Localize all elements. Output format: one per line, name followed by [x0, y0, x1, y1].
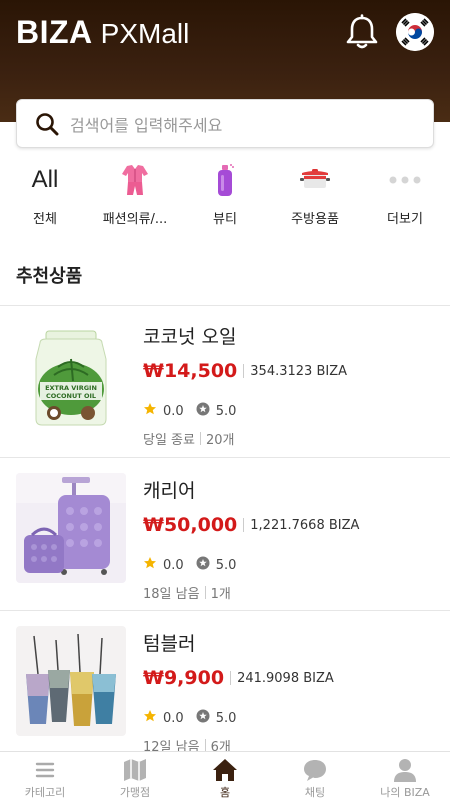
star-icon	[143, 402, 157, 420]
product-name: 캐리어	[143, 480, 196, 502]
star-icon	[143, 556, 157, 574]
product-price: ₩9,900	[143, 667, 225, 689]
category-label: 더보기	[387, 212, 423, 227]
korea-flag-icon[interactable]	[396, 13, 434, 51]
rating-row: 0.0 5.0	[143, 556, 236, 574]
tab-chat[interactable]: 채팅	[270, 752, 360, 800]
product-item-coconut-oil[interactable]: EXTRA VIRGIN COCONUT OIL 코코넛 오일 ₩14,500 …	[0, 306, 450, 456]
brand-subname: PXMall	[100, 18, 190, 49]
category-all[interactable]: All 전체	[0, 160, 90, 240]
cooking-pot-icon	[297, 160, 333, 200]
product-image	[16, 626, 126, 736]
rating-row: 0.0 5.0	[143, 402, 236, 420]
biza-price: 1,221.7668 BIZA	[250, 517, 360, 533]
home-icon	[212, 758, 238, 782]
price-row: ₩9,900 241.9098 BIZA	[143, 667, 334, 689]
category-label: 뷰티	[213, 212, 237, 227]
rating-value: 0.0	[163, 710, 184, 726]
product-price: ₩14,500	[143, 360, 238, 382]
separator	[230, 671, 232, 685]
category-label: 전체	[33, 212, 57, 227]
score-badge-icon	[196, 556, 210, 574]
star-icon	[143, 709, 157, 727]
stock-count: 20개	[205, 433, 235, 448]
menu-icon	[34, 758, 56, 782]
product-item-tumbler[interactable]: 텀블러 ₩9,900 241.9098 BIZA 0.0 5.0 12일 남음 …	[0, 613, 450, 763]
product-item-carrier[interactable]: 캐리어 ₩50,000 1,221.7668 BIZA 0.0 5.0 18일 …	[0, 460, 450, 610]
product-name: 텀블러	[143, 633, 196, 655]
category-label: 패션의류/...	[102, 212, 168, 227]
category-label: 주방용품	[291, 212, 339, 227]
category-beauty[interactable]: 뷰티	[180, 160, 270, 240]
tab-my-biza[interactable]: 나의 BIZA	[360, 752, 450, 800]
separator	[204, 586, 206, 599]
divider	[0, 610, 450, 611]
separator	[199, 432, 201, 445]
separator	[243, 364, 245, 378]
category-row: All 전체 패션의류/... 뷰티 주방용품 더보기	[0, 160, 450, 240]
meta-row: 당일 종료 20개	[143, 429, 235, 448]
pink-outfit-icon	[117, 160, 153, 200]
svg-text:COCONUT OIL: COCONUT OIL	[46, 392, 96, 400]
meta-row: 18일 남음 1개	[143, 583, 231, 602]
category-fashion[interactable]: 패션의류/...	[90, 160, 180, 240]
rating-value: 0.0	[163, 557, 184, 573]
product-image: EXTRA VIRGIN COCONUT OIL	[16, 319, 126, 429]
all-icon-label: All	[31, 166, 59, 193]
search-bar[interactable]: 검색어를 입력해주세요	[16, 99, 434, 148]
app-logo[interactable]: BIZA PXMall	[16, 14, 189, 54]
bottom-tab-bar: 카테고리 가맹점 홈 채팅 나의 BIZA	[0, 751, 450, 800]
biza-price: 241.9098 BIZA	[237, 670, 334, 686]
person-icon	[393, 758, 417, 782]
tab-label: 채팅	[304, 786, 326, 799]
bell-icon[interactable]	[345, 14, 379, 50]
tab-category[interactable]: 카테고리	[0, 752, 90, 800]
category-more[interactable]: 더보기	[360, 160, 450, 240]
separator	[243, 518, 245, 532]
score-value: 5.0	[215, 710, 237, 726]
tab-store[interactable]: 가맹점	[90, 752, 180, 800]
brand-name: BIZA	[16, 14, 93, 50]
section-title: 추천상품	[16, 266, 83, 287]
rating-value: 0.0	[163, 403, 184, 419]
score-badge-icon	[196, 709, 210, 727]
tab-label: 나의 BIZA	[380, 786, 430, 799]
price-row: ₩14,500 354.3123 BIZA	[143, 360, 347, 382]
map-icon	[122, 758, 148, 782]
search-icon[interactable]	[34, 111, 60, 137]
time-status: 18일 남음	[143, 587, 200, 602]
divider	[0, 457, 450, 458]
all-text-icon: All	[32, 160, 59, 200]
product-price: ₩50,000	[143, 514, 238, 536]
product-name: 코코넛 오일	[143, 326, 237, 348]
rating-row: 0.0 5.0	[143, 709, 236, 727]
tab-home[interactable]: 홈	[180, 752, 270, 800]
biza-price: 354.3123 BIZA	[250, 363, 347, 379]
more-dots-icon	[385, 160, 425, 200]
tab-label: 카테고리	[24, 786, 66, 799]
search-input[interactable]: 검색어를 입력해주세요	[70, 112, 222, 136]
score-badge-icon	[196, 402, 210, 420]
category-kitchen[interactable]: 주방용품	[270, 160, 360, 240]
svg-text:EXTRA VIRGIN: EXTRA VIRGIN	[45, 384, 97, 392]
stock-count: 1개	[210, 587, 231, 602]
perfume-bottle-icon	[207, 160, 243, 200]
product-image	[16, 473, 126, 583]
tab-label: 홈	[219, 786, 231, 799]
time-status: 당일 종료	[143, 433, 195, 448]
tab-label: 가맹점	[119, 786, 151, 799]
chat-icon	[302, 758, 328, 782]
score-value: 5.0	[215, 557, 237, 573]
price-row: ₩50,000 1,221.7668 BIZA	[143, 514, 359, 536]
score-value: 5.0	[215, 403, 237, 419]
